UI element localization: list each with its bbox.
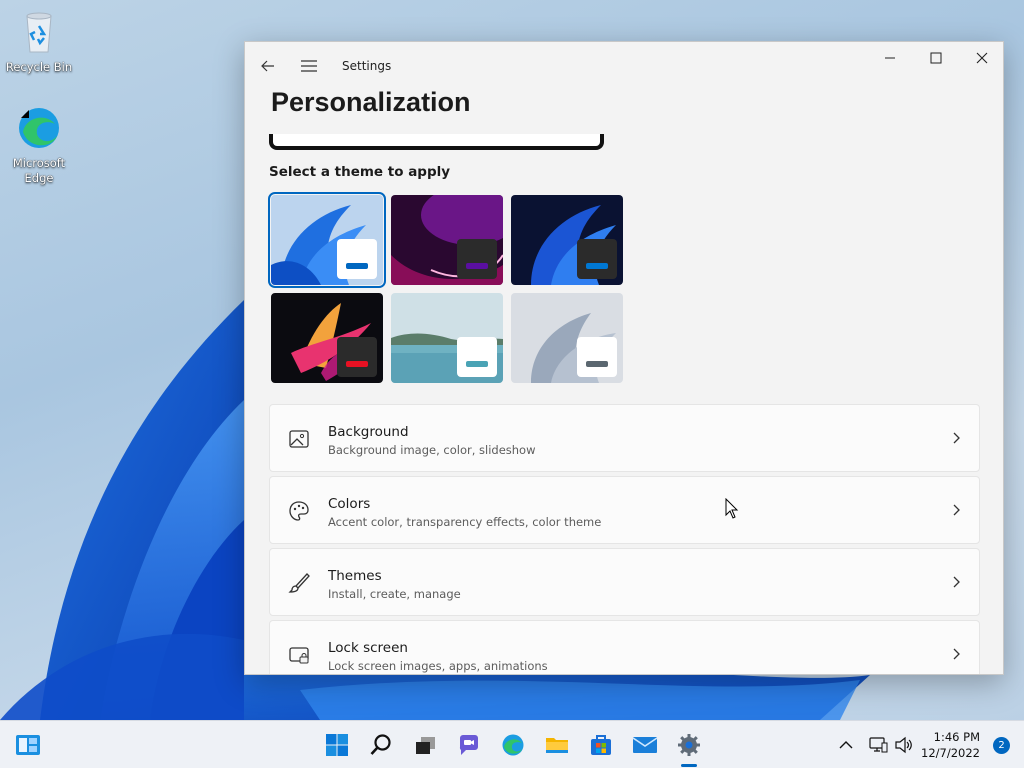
network-icon [869, 737, 888, 753]
setting-title: Background [328, 424, 409, 440]
widgets-button[interactable] [12, 729, 44, 761]
theme-accent-chip [337, 337, 377, 377]
setting-subtitle: Background image, color, slideshow [328, 443, 536, 457]
back-button[interactable] [254, 52, 282, 80]
clock[interactable]: 1:46 PM 12/7/2022 [921, 729, 980, 761]
clock-date: 12/7/2022 [921, 746, 980, 760]
chevron-right-icon [953, 576, 960, 588]
show-hidden-icons-button[interactable] [836, 729, 856, 761]
theme-accent-chip [457, 337, 497, 377]
setting-colors[interactable]: Colors Accent color, transparency effect… [269, 476, 980, 544]
search-button[interactable] [365, 729, 397, 761]
setting-themes[interactable]: Themes Install, create, manage [269, 548, 980, 616]
close-icon [976, 52, 988, 64]
network-button[interactable] [866, 729, 890, 761]
palette-icon [289, 501, 309, 521]
setting-title: Themes [328, 568, 382, 584]
desktop-icon-edge[interactable]: Microsoft Edge [1, 104, 77, 186]
chevron-up-icon [839, 741, 853, 749]
theme-preview [269, 134, 604, 150]
theme-tile-windows-light[interactable] [268, 192, 386, 288]
chevron-right-icon [953, 504, 960, 516]
desktop-icon-label: Recycle Bin [5, 60, 73, 74]
start-button[interactable] [321, 729, 353, 761]
theme-grid [268, 192, 629, 385]
edge-icon [502, 734, 524, 756]
search-icon [370, 734, 391, 755]
theme-tile-glow[interactable] [391, 195, 503, 285]
chat-icon [459, 735, 478, 755]
theme-accent-chip [577, 239, 617, 279]
minimize-icon [885, 57, 895, 59]
clock-time: 1:46 PM [933, 730, 980, 744]
image-icon [289, 430, 309, 448]
settings-taskbar-button[interactable] [673, 729, 705, 761]
maximize-icon [930, 52, 942, 64]
setting-background[interactable]: Background Background image, color, slid… [269, 404, 980, 472]
task-view-button[interactable] [409, 729, 441, 761]
setting-subtitle: Install, create, manage [328, 587, 461, 601]
mail-icon [632, 737, 658, 753]
notification-badge[interactable]: 2 [993, 737, 1010, 754]
active-app-indicator [681, 764, 697, 767]
page-title: Personalization [271, 87, 471, 117]
theme-tile-captured-motion[interactable] [271, 293, 383, 383]
edge-icon [15, 104, 63, 152]
desktop-icon-recycle-bin[interactable]: Recycle Bin [1, 8, 77, 75]
speaker-icon [895, 736, 912, 754]
mouse-cursor-icon [725, 498, 739, 519]
volume-button[interactable] [892, 729, 916, 761]
task-view-icon [416, 737, 435, 754]
setting-subtitle: Accent color, transparency effects, colo… [328, 515, 602, 529]
close-button[interactable] [959, 42, 1003, 74]
desktop-icon-label: Microsoft Edge [12, 156, 66, 185]
setting-title: Lock screen [328, 640, 408, 656]
widgets-icon [16, 735, 40, 755]
edge-taskbar-button[interactable] [497, 729, 529, 761]
app-title: Settings [342, 59, 392, 73]
setting-subtitle: Lock screen images, apps, animations [328, 659, 548, 673]
theme-accent-chip [457, 239, 497, 279]
chevron-right-icon [953, 432, 960, 444]
store-button[interactable] [585, 729, 617, 761]
mail-button[interactable] [629, 729, 661, 761]
settings-icon [678, 734, 700, 756]
theme-tile-flow[interactable] [511, 293, 623, 383]
setting-lock-screen[interactable]: Lock screen Lock screen images, apps, an… [269, 620, 980, 674]
file-explorer-button[interactable] [541, 729, 573, 761]
maximize-button[interactable] [913, 42, 959, 74]
setting-title: Colors [328, 496, 371, 512]
settings-window: Settings Personalization Select a theme … [244, 41, 1004, 675]
theme-accent-chip [337, 239, 377, 279]
theme-accent-chip [577, 337, 617, 377]
lock-screen-icon [289, 647, 309, 664]
section-label: Select a theme to apply [269, 164, 451, 180]
theme-tile-windows-dark[interactable] [511, 195, 623, 285]
brush-icon [288, 573, 310, 593]
menu-button[interactable] [295, 52, 323, 80]
taskbar: 1:46 PM 12/7/2022 2 [0, 720, 1024, 768]
start-icon [326, 734, 348, 756]
chat-button[interactable] [453, 729, 485, 761]
back-arrow-icon [261, 60, 274, 72]
recycle-bin-icon [15, 8, 63, 56]
file-explorer-icon [546, 738, 568, 753]
title-bar: Settings [245, 42, 1003, 90]
store-icon [591, 735, 611, 755]
minimize-button[interactable] [867, 42, 913, 74]
hamburger-icon [301, 60, 317, 72]
chevron-right-icon [953, 648, 960, 660]
theme-tile-sunrise[interactable] [391, 293, 503, 383]
